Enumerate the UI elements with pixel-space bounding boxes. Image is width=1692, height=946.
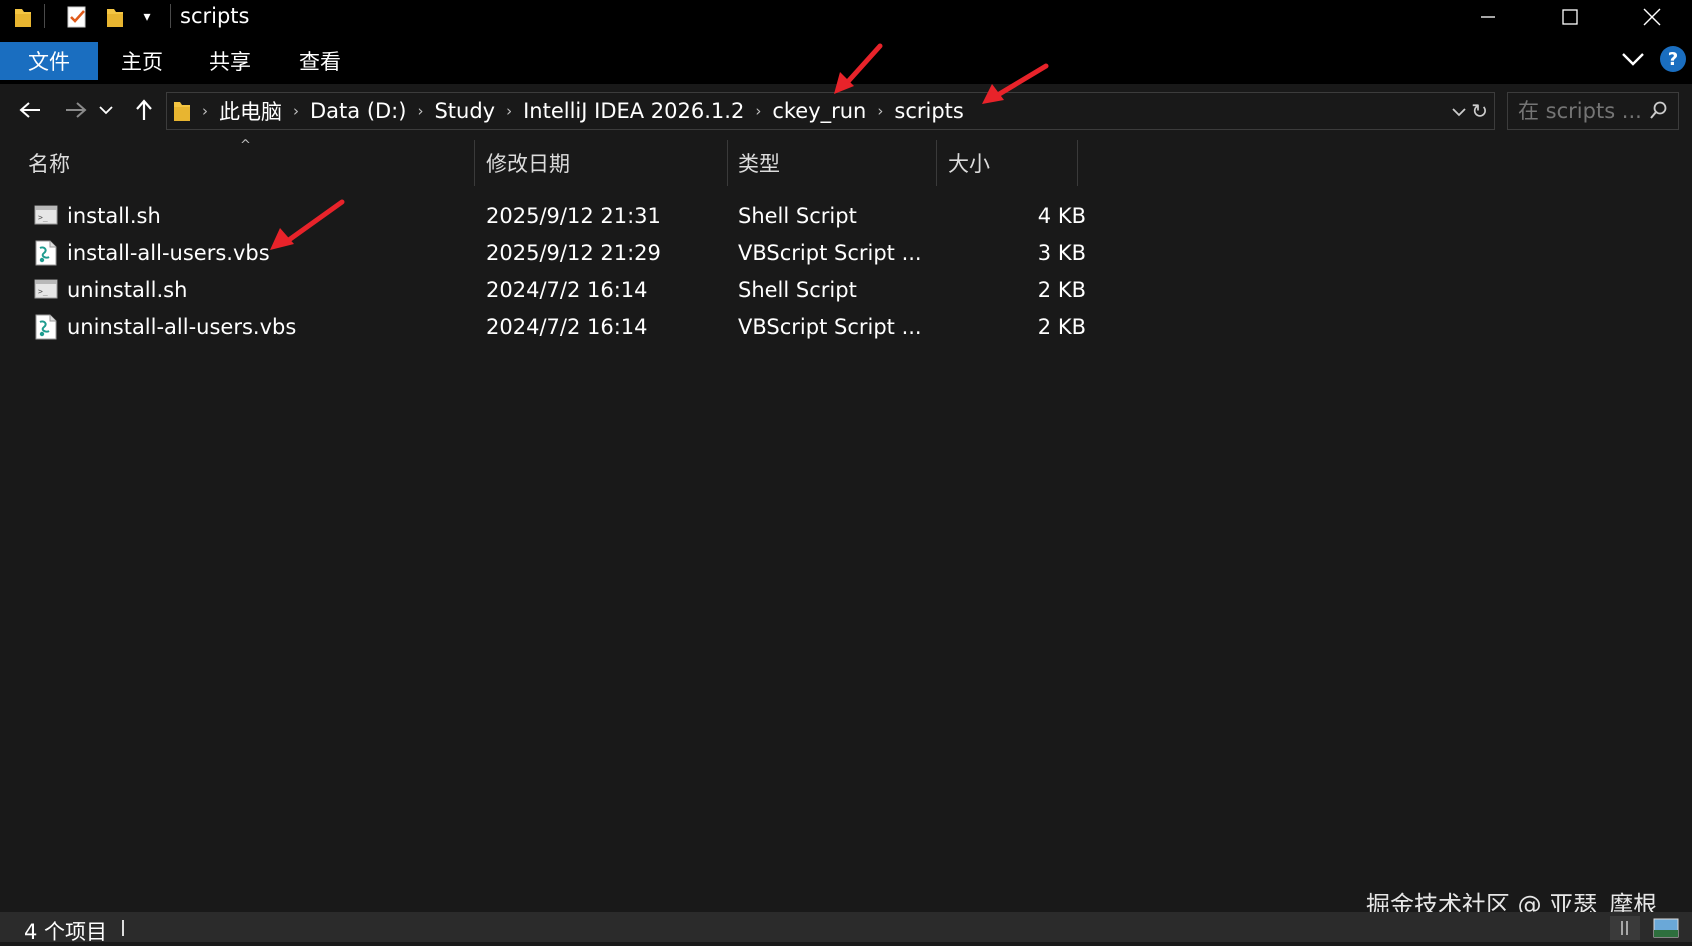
- svg-text:>_: >_: [38, 287, 48, 296]
- column-header-date[interactable]: 修改日期: [486, 138, 726, 188]
- properties-icon[interactable]: [64, 4, 90, 30]
- vbscript-file-icon: [34, 314, 58, 340]
- tab-home[interactable]: 主页: [106, 42, 178, 80]
- svg-text:>_: >_: [38, 213, 48, 222]
- close-button[interactable]: [1612, 0, 1692, 34]
- search-icon[interactable]: [1650, 101, 1668, 123]
- file-name: uninstall.sh: [67, 277, 188, 302]
- help-icon[interactable]: ?: [1660, 46, 1686, 72]
- folder-icon: [173, 99, 191, 123]
- file-date: 2025/9/12 21:29: [486, 240, 661, 265]
- shell-file-icon: >_: [34, 203, 58, 229]
- tab-view[interactable]: 查看: [284, 42, 356, 80]
- breadcrumb-chevron-icon[interactable]: ›: [755, 102, 761, 120]
- shell-file-icon: >_: [34, 277, 58, 303]
- tab-file[interactable]: 文件: [0, 42, 98, 80]
- folder-icon[interactable]: [10, 4, 36, 30]
- breadcrumb-scripts[interactable]: scripts: [894, 99, 963, 123]
- search-box[interactable]: [1507, 92, 1679, 130]
- breadcrumb-chevron-icon[interactable]: ›: [877, 102, 883, 120]
- column-divider[interactable]: [936, 140, 937, 186]
- file-type: Shell Script: [738, 277, 857, 302]
- column-divider[interactable]: [727, 140, 728, 186]
- expand-ribbon-chevron-icon[interactable]: [1620, 50, 1648, 70]
- file-size: 2 KB: [1037, 314, 1086, 339]
- file-row[interactable]: install-all-users.vbs 2025/9/12 21:29 VB…: [22, 234, 1086, 271]
- file-row[interactable]: uninstall-all-users.vbs 2024/7/2 16:14 V…: [22, 308, 1086, 345]
- file-type: VBScript Script ...: [738, 314, 922, 339]
- breadcrumb-study[interactable]: Study: [434, 99, 495, 123]
- breadcrumb-chevron-icon[interactable]: ›: [506, 102, 512, 120]
- column-header-type[interactable]: 类型: [738, 138, 928, 188]
- breadcrumb-intellij[interactable]: IntelliJ IDEA 2026.1.2: [523, 99, 744, 123]
- file-size: 2 KB: [1037, 277, 1086, 302]
- tab-share[interactable]: 共享: [194, 42, 266, 80]
- breadcrumb-chevron-icon[interactable]: ›: [202, 102, 208, 120]
- column-divider[interactable]: [474, 140, 475, 186]
- customize-toolbar-dropdown-icon[interactable]: ▾: [136, 4, 158, 30]
- status-bar: 4 个项目: [0, 912, 1692, 944]
- toolbar-separator: [170, 4, 171, 28]
- file-date: 2024/7/2 16:14: [486, 277, 648, 302]
- search-input[interactable]: [1518, 99, 1648, 123]
- breadcrumb-chevron-icon[interactable]: ›: [417, 102, 423, 120]
- file-size: 3 KB: [1037, 240, 1086, 265]
- navigation-bar: › 此电脑 › Data (D:) › Study › IntelliJ IDE…: [0, 84, 1692, 138]
- up-arrow-icon[interactable]: [126, 92, 162, 128]
- file-row[interactable]: >_ uninstall.sh 2024/7/2 16:14 Shell Scr…: [22, 271, 1086, 308]
- breadcrumb-data-drive[interactable]: Data (D:): [310, 99, 406, 123]
- refresh-icon[interactable]: ↻: [1471, 99, 1488, 123]
- file-size: 4 KB: [1037, 203, 1086, 228]
- address-bar[interactable]: › 此电脑 › Data (D:) › Study › IntelliJ IDE…: [166, 92, 1495, 130]
- file-date: 2024/7/2 16:14: [486, 314, 648, 339]
- address-history-chevron-icon[interactable]: [1452, 102, 1466, 121]
- new-folder-icon[interactable]: [102, 4, 128, 30]
- details-view-icon[interactable]: [1610, 916, 1640, 940]
- file-row[interactable]: >_ install.sh 2025/9/12 21:31 Shell Scri…: [22, 197, 1086, 234]
- file-name: install.sh: [67, 203, 161, 228]
- column-header-name[interactable]: 名称: [28, 138, 468, 188]
- toolbar-separator: [44, 4, 45, 28]
- minimize-button[interactable]: [1448, 0, 1528, 34]
- recent-locations-chevron-icon[interactable]: [94, 92, 118, 128]
- status-divider: [122, 920, 124, 936]
- forward-arrow-icon[interactable]: [58, 92, 94, 128]
- ribbon-tab-bar: 文件 主页 共享 查看 ?: [0, 38, 1692, 84]
- back-arrow-icon[interactable]: [12, 92, 48, 128]
- column-header-size[interactable]: 大小: [948, 138, 1078, 188]
- vbscript-file-icon: [34, 240, 58, 266]
- file-type: VBScript Script ...: [738, 240, 922, 265]
- breadcrumb-this-pc[interactable]: 此电脑: [219, 96, 282, 126]
- breadcrumb-ckey-run[interactable]: ckey_run: [772, 99, 866, 123]
- maximize-button[interactable]: [1530, 0, 1610, 34]
- file-date: 2025/9/12 21:31: [486, 203, 661, 228]
- column-divider[interactable]: [1077, 140, 1078, 186]
- column-header-row: ^ 名称 修改日期 类型 大小: [0, 138, 1692, 188]
- file-name: uninstall-all-users.vbs: [67, 314, 297, 339]
- title-bar: ▾ scripts: [0, 0, 1692, 38]
- file-name: install-all-users.vbs: [67, 240, 270, 265]
- large-icons-view-icon[interactable]: [1650, 916, 1682, 940]
- file-type: Shell Script: [738, 203, 857, 228]
- window-title: scripts: [180, 4, 250, 28]
- breadcrumb-chevron-icon[interactable]: ›: [293, 102, 299, 120]
